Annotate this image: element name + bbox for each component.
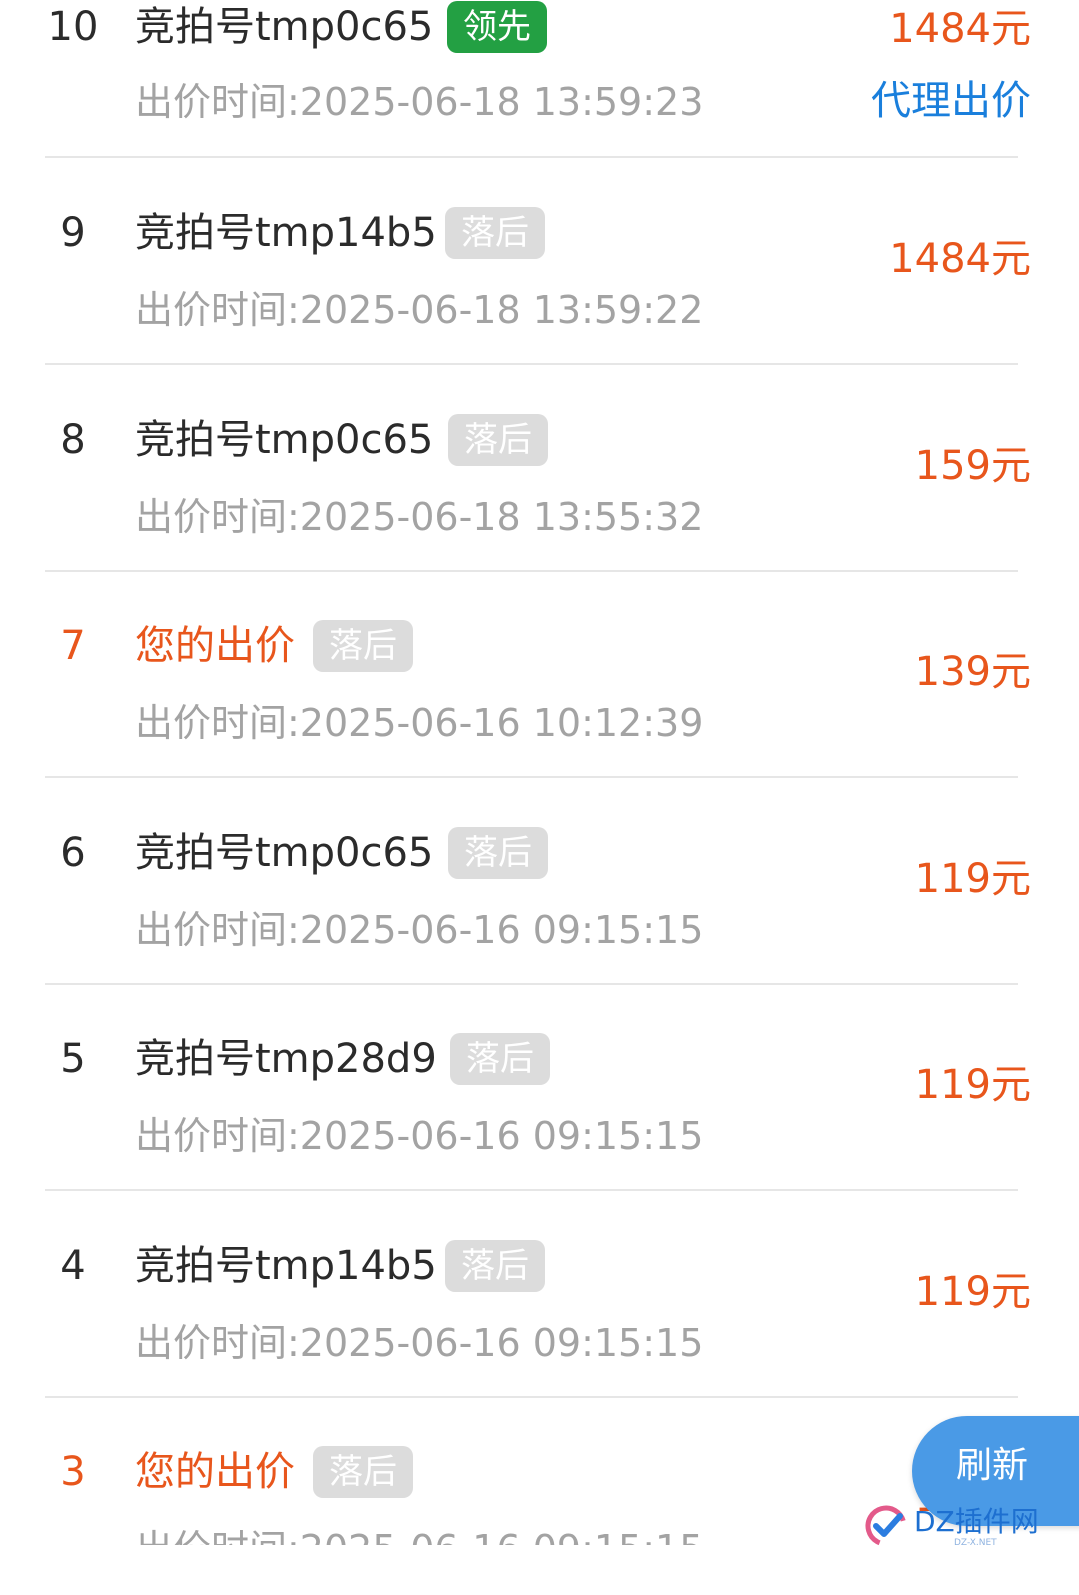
bid-rank: 3 — [60, 1449, 86, 1495]
bid-rank: 10 — [47, 4, 99, 50]
divider — [45, 1189, 1018, 1191]
status-badge: 落后 — [450, 1033, 550, 1085]
watermark: DZ插件网 DZ-X.NET — [862, 1498, 1062, 1558]
bid-price: 159元 — [914, 443, 1031, 489]
bid-row: 4 竞拍号tmp14b5 落后 出价时间:2025-06-16 09:15:15… — [0, 1219, 1079, 1425]
divider — [45, 1396, 1018, 1398]
bidder-name: 竞拍号tmp14b5 — [135, 1243, 437, 1289]
bid-rank: 6 — [60, 830, 86, 876]
status-badge: 落后 — [448, 414, 548, 466]
status-badge: 落后 — [445, 207, 545, 259]
divider — [45, 570, 1018, 572]
bid-row: 5 竞拍号tmp28d9 落后 出价时间:2025-06-16 09:15:15… — [0, 1012, 1079, 1218]
watermark-text: DZ插件网 — [914, 1505, 1039, 1538]
status-badge: 落后 — [313, 620, 413, 672]
bid-row: 10 竞拍号tmp0c65 领先 出价时间:2025-06-18 13:59:2… — [0, 0, 1079, 186]
proxy-bid-button[interactable]: 代理出价 — [871, 76, 1031, 126]
watermark-subtext: DZ-X.NET — [954, 1538, 997, 1548]
status-badge: 落后 — [313, 1446, 413, 1498]
bid-row: 7 您的出价 落后 出价时间:2025-06-16 10:12:39 139元 — [0, 599, 1079, 805]
bid-time: 出价时间:2025-06-16 09:15:15 — [135, 1321, 704, 1365]
bid-rank: 8 — [60, 417, 86, 463]
bidder-name: 竞拍号tmp28d9 — [135, 1036, 437, 1082]
bidder-name: 您的出价 — [135, 623, 295, 669]
bid-row: 9 竞拍号tmp14b5 落后 出价时间:2025-06-18 13:59:22… — [0, 186, 1079, 392]
bid-price: 139元 — [914, 649, 1031, 695]
bid-price: 1484元 — [889, 236, 1031, 282]
bid-rank: 7 — [60, 623, 86, 669]
bid-time: 出价时间:2025-06-16 10:12:39 — [135, 701, 704, 745]
divider — [45, 983, 1018, 985]
bid-price: 119元 — [914, 856, 1031, 902]
bid-time: 出价时间:2025-06-16 09:15:15 — [135, 1525, 703, 1545]
bidder-name: 竞拍号tmp0c65 — [135, 417, 434, 463]
bidder-name: 竞拍号tmp0c65 — [135, 4, 434, 50]
bid-row: 6 竞拍号tmp0c65 落后 出价时间:2025-06-16 09:15:15… — [0, 806, 1079, 1012]
bid-row: 8 竞拍号tmp0c65 落后 出价时间:2025-06-18 13:55:32… — [0, 393, 1079, 599]
bid-time: 出价时间:2025-06-18 13:59:23 — [135, 80, 704, 124]
bid-time: 出价时间:2025-06-16 09:15:15 — [135, 1114, 704, 1158]
bid-price: 1484元 — [889, 6, 1031, 52]
bid-time: 出价时间:2025-06-18 13:55:32 — [135, 495, 704, 539]
bid-price: 119元 — [914, 1269, 1031, 1315]
bid-rank: 9 — [60, 210, 86, 256]
divider — [45, 776, 1018, 778]
status-badge: 落后 — [445, 1240, 545, 1292]
status-badge: 落后 — [448, 827, 548, 879]
checkmark-logo-icon — [862, 1502, 910, 1554]
bidder-name: 竞拍号tmp14b5 — [135, 210, 437, 256]
bid-time: 出价时间:2025-06-18 13:59:22 — [135, 288, 704, 332]
bid-rank: 4 — [60, 1243, 86, 1289]
bidder-name: 竞拍号tmp0c65 — [135, 830, 434, 876]
bidder-name: 您的出价 — [135, 1449, 295, 1495]
bid-price: 119元 — [914, 1062, 1031, 1108]
bid-rank: 5 — [60, 1036, 86, 1082]
divider — [45, 363, 1018, 365]
divider — [45, 156, 1018, 158]
bid-time: 出价时间:2025-06-16 09:15:15 — [135, 908, 704, 952]
status-badge: 领先 — [447, 1, 547, 53]
